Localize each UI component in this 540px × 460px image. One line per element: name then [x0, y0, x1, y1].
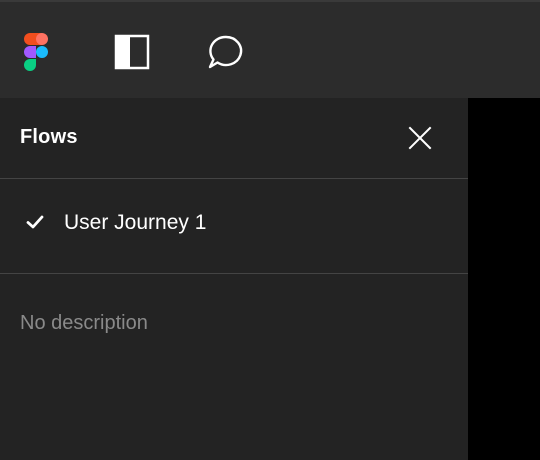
comment-bubble-graphic [208, 35, 243, 69]
top-toolbar [0, 0, 540, 98]
close-icon[interactable] [404, 122, 436, 154]
flow-item-user-journey-1[interactable]: User Journey 1 [0, 179, 468, 274]
comment-bubble-icon[interactable] [202, 30, 250, 74]
sidebar-panel-icon[interactable] [110, 30, 154, 74]
close-graphic [408, 126, 432, 150]
flow-description: No description [20, 312, 148, 334]
checkmark-icon [26, 215, 44, 229]
figma-logo-graphic [24, 33, 48, 71]
flows-panel-header: Flows [0, 98, 468, 179]
figma-logo-icon[interactable] [18, 30, 54, 74]
app-window: Flows User Journey 1 No description [0, 0, 540, 460]
panel-title: Flows [20, 126, 78, 148]
sidebar-panel-graphic [114, 34, 150, 70]
flow-item-label: User Journey 1 [64, 211, 207, 234]
canvas-area[interactable] [468, 98, 540, 460]
flows-panel: Flows User Journey 1 No description [0, 98, 468, 460]
